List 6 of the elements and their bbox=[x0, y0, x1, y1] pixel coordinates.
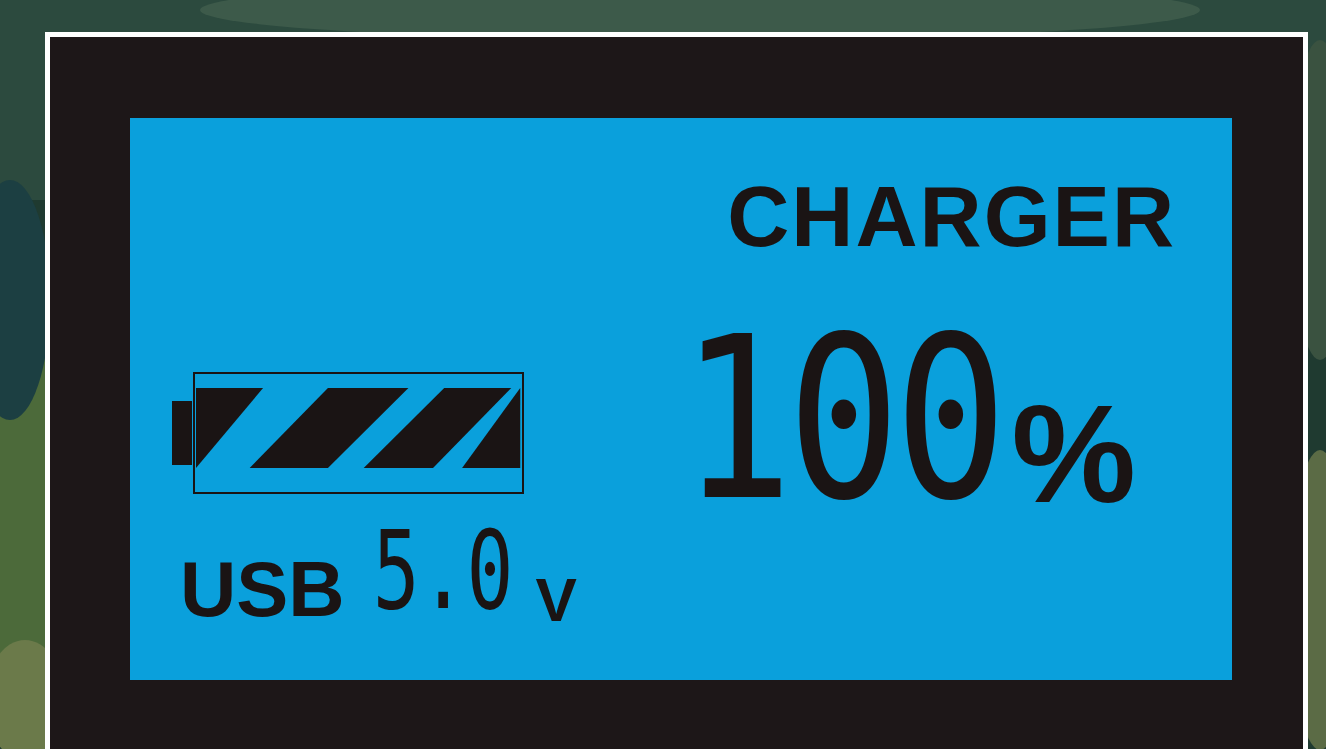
charger-label: CHARGER bbox=[727, 173, 1177, 259]
percent-reading: 100 bbox=[680, 329, 1002, 509]
percent-sign: % bbox=[1011, 399, 1137, 509]
voltage-reading: 5.0 bbox=[372, 515, 514, 625]
voltage-unit: V bbox=[535, 575, 577, 625]
input-label: USB bbox=[180, 559, 345, 619]
